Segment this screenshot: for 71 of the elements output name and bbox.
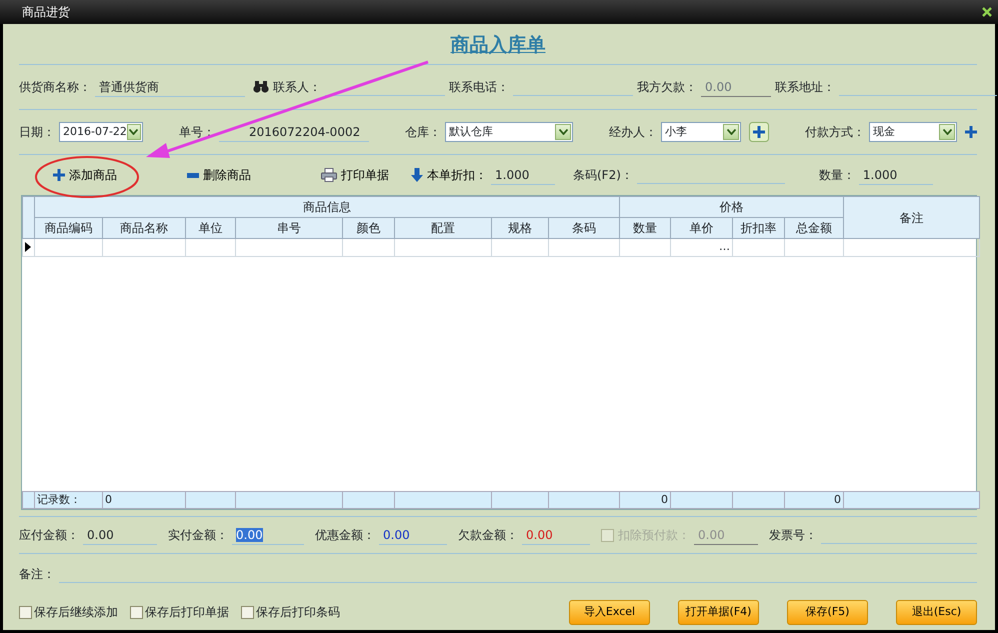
action-button[interactable]: 保存(F5) [787, 600, 868, 624]
column-header: 规格 [492, 218, 548, 238]
column-group-header: 商品信息 [34, 196, 620, 218]
toolbar-button[interactable]: 打印单据 [321, 166, 389, 184]
column-header: 商品名称 [102, 218, 186, 238]
input-field[interactable]: 普通供货商 [95, 78, 245, 96]
field-label: 实付金额： [168, 527, 228, 544]
column-header: 总金额 [784, 218, 844, 238]
plus-icon[interactable] [965, 126, 977, 138]
field-label: 联系地址： [775, 79, 835, 96]
input-field[interactable]: 0.00 [83, 526, 157, 544]
field-label: 经办人： [609, 124, 657, 141]
checkbox-option[interactable]: 保存后继续添加 [19, 603, 118, 621]
action-button[interactable]: 导入Excel [569, 600, 650, 624]
input-field[interactable]: 1.000 [491, 166, 555, 184]
window-title: 商品进货 [22, 4, 70, 21]
field-label: 应付金额： [19, 527, 79, 544]
field-label: 供货商名称： [19, 79, 91, 96]
toolbar-button[interactable]: 添加商品 [53, 166, 117, 184]
column-header: 配置 [394, 218, 492, 238]
dropdown-field[interactable]: 现金 [869, 122, 957, 142]
column-group-header: 价格 [620, 196, 844, 218]
dropdown-field[interactable]: 小李 [661, 122, 741, 142]
input-field[interactable]: 0.00 [379, 526, 447, 544]
column-header: 折扣率 [732, 218, 784, 238]
table-cell: 0 [102, 491, 186, 508]
toolbar-button[interactable]: 删除商品 [187, 166, 251, 184]
input-field[interactable]: 0.00 [232, 526, 304, 544]
close-icon [982, 7, 992, 17]
field-label: 欠款金额： [458, 527, 518, 544]
form-title: 商品入库单 [450, 33, 546, 58]
action-button[interactable]: 退出(Esc) [896, 600, 977, 624]
field-label: 数量： [818, 167, 855, 184]
column-header: 条码 [548, 218, 620, 238]
column-header: 颜色 [342, 218, 394, 238]
input-field[interactable]: 1.000 [858, 166, 933, 184]
field-label: 仓库： [405, 124, 441, 141]
dropdown-field[interactable]: 2016-07-22 [59, 122, 143, 142]
column-header: 数量 [620, 218, 670, 238]
field-label: 联系电话： [449, 79, 509, 96]
field-label: 条码(F2)： [573, 167, 633, 184]
field-label: 我方欠款： [637, 79, 697, 96]
field-label: 发票号： [769, 527, 817, 544]
plus-icon [53, 169, 65, 181]
plus-icon[interactable] [749, 122, 769, 142]
field-label: 联系人： [273, 79, 321, 96]
input-field[interactable]: 2016072204-0002 [219, 122, 369, 142]
input-field[interactable]: 0.00 [522, 526, 590, 544]
column-header: 商品编码 [34, 218, 102, 238]
table-cell: … [670, 238, 732, 256]
down-arrow-icon [411, 168, 423, 182]
field-label: 日期： [19, 124, 55, 141]
column-header: 单价 [670, 218, 732, 238]
action-button[interactable]: 打开单据(F4) [678, 600, 759, 624]
column-header: 单位 [186, 218, 236, 238]
printer-icon [321, 168, 337, 182]
field-label: 优惠金额： [315, 527, 375, 544]
footer-label: 记录数： [34, 491, 102, 508]
column-header: 备注 [844, 196, 980, 238]
field-label: 备注： [19, 566, 55, 583]
dropdown-field[interactable]: 默认仓库 [445, 122, 573, 142]
row-pointer-icon [25, 242, 31, 252]
checkbox-option[interactable]: 保存后打印条码 [241, 603, 340, 621]
table-cell: 0 [784, 491, 844, 508]
minus-icon [187, 172, 199, 178]
table-cell: 0 [620, 491, 670, 508]
checkbox-option[interactable]: 保存后打印单据 [130, 603, 229, 621]
column-header: 串号 [236, 218, 342, 238]
discount-label: 本单折扣： [427, 167, 487, 184]
field-label: 付款方式： [805, 124, 865, 141]
binoculars-icon[interactable] [253, 81, 269, 93]
